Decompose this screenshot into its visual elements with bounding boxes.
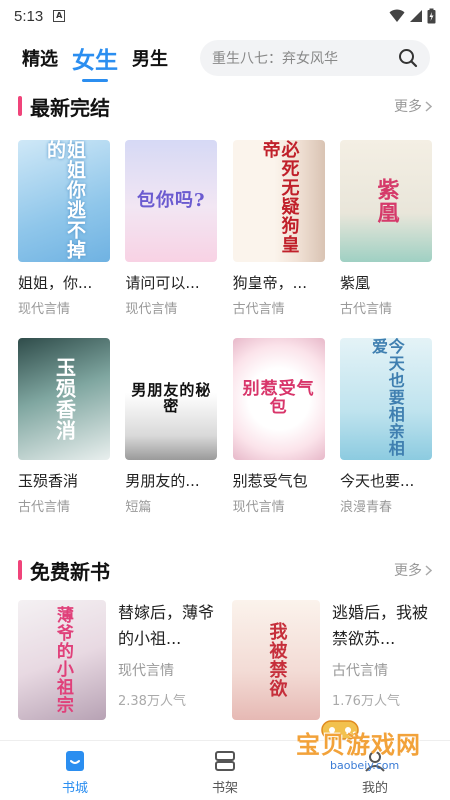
wifi-icon xyxy=(389,9,405,22)
cover-title: 玉殒香消 xyxy=(52,357,77,441)
watermark-text: 宝贝游戏网 xyxy=(296,731,421,759)
cover-title: 我被禁欲 xyxy=(266,622,288,698)
book-title: 别惹受气包 xyxy=(232,472,308,490)
book-card[interactable]: 今天也要相亲相爱 今天也要... 浪漫青春 xyxy=(339,338,432,515)
chevron-right-icon xyxy=(425,100,432,112)
bookstore-icon xyxy=(66,751,84,771)
free-book-card[interactable]: 薄爷的小祖宗 替嫁后，薄爷的小祖... 现代言情 2.38万人气 xyxy=(18,600,218,720)
book-category: 现代言情 xyxy=(232,500,285,515)
book-title: 姐姐，你... xyxy=(18,274,93,292)
book-category: 短篇 xyxy=(125,500,152,515)
battery-icon xyxy=(427,8,436,24)
more-link[interactable]: 更多 xyxy=(394,560,432,580)
section-header-free-new: 免费新书 更多 xyxy=(18,556,432,584)
book-cover: 必死无疑狗皇帝 xyxy=(232,140,325,262)
tab-label: 书架 xyxy=(211,781,238,796)
book-category: 古代言情 xyxy=(332,663,388,679)
book-card[interactable]: 包你吗? 请问可以... 现代言情 xyxy=(125,140,218,317)
book-category: 古代言情 xyxy=(232,302,285,317)
section-title: 免费新书 xyxy=(30,559,110,584)
book-grid-row-2: 玉殒香消 玉殒香消 古代言情 男朋友的秘密 男朋友的... 短篇 别惹受气包 别… xyxy=(18,338,432,515)
notification-a-icon: A xyxy=(53,10,66,22)
cover-title: 包你吗? xyxy=(137,189,206,211)
search-placeholder: 重生八七：弃女风华 xyxy=(212,51,338,67)
cover-title: 必死无疑狗皇帝 xyxy=(259,140,300,254)
book-card[interactable]: 玉殒香消 玉殒香消 古代言情 xyxy=(18,338,110,515)
bookshelf-icon xyxy=(215,751,235,771)
book-popularity: 2.38万人气 xyxy=(118,694,186,709)
search-input[interactable]: 重生八七：弃女风华 xyxy=(200,40,430,76)
tab-male[interactable]: 男生 xyxy=(132,45,168,71)
watermark: 宝贝游戏网 baobeiy.com xyxy=(290,720,450,785)
tab-bookshelf[interactable]: 书架 xyxy=(150,741,300,800)
book-title: 逃婚后，我被禁欲苏... xyxy=(332,603,429,648)
tab-female[interactable]: 女生 xyxy=(72,41,118,75)
status-icons xyxy=(389,8,436,24)
book-title: 今天也要... xyxy=(339,472,415,490)
more-link[interactable]: 更多 xyxy=(394,96,432,116)
book-category: 现代言情 xyxy=(118,663,174,679)
book-cover: 我被禁欲 xyxy=(232,600,320,720)
free-book-card[interactable]: 我被禁欲 逃婚后，我被禁欲苏... 古代言情 1.76万人气 xyxy=(232,600,432,720)
book-category: 浪漫青春 xyxy=(339,500,392,515)
book-card[interactable]: 紫凰 紫凰 古代言情 xyxy=(339,140,432,317)
cover-title: 别惹受气包 xyxy=(242,379,315,417)
free-book-info: 替嫁后，薄爷的小祖... 现代言情 2.38万人气 xyxy=(118,600,218,720)
cover-title: 今天也要相亲相爱 xyxy=(368,338,405,457)
book-cover: 包你吗? xyxy=(125,140,218,262)
section-accent-bar xyxy=(18,96,22,116)
cover-title: 男朋友的秘密 xyxy=(131,381,212,415)
more-label: 更多 xyxy=(394,563,422,579)
book-category: 现代言情 xyxy=(18,302,71,317)
section-header-latest-finished: 最新完结 更多 xyxy=(18,92,432,120)
section-title: 最新完结 xyxy=(30,95,110,120)
tab-bookstore[interactable]: 书城 xyxy=(0,741,150,800)
book-cover: 薄爷的小祖宗 xyxy=(18,600,106,720)
book-cover: 姐姐你逃不掉的 xyxy=(18,140,110,262)
book-title: 男朋友的... xyxy=(125,472,200,490)
top-navigation: 精选 女生 男生 重生八七：弃女风华 xyxy=(0,36,450,80)
status-time: 5:13 xyxy=(14,7,44,25)
chevron-right-icon xyxy=(425,564,432,576)
free-book-info: 逃婚后，我被禁欲苏... 古代言情 1.76万人气 xyxy=(332,600,432,720)
book-card[interactable]: 男朋友的秘密 男朋友的... 短篇 xyxy=(125,338,218,515)
watermark-url: baobeiy.com xyxy=(330,759,400,772)
book-card[interactable]: 必死无疑狗皇帝 狗皇帝，... 古代言情 xyxy=(232,140,325,317)
book-title: 狗皇帝，... xyxy=(232,274,307,292)
book-cover: 男朋友的秘密 xyxy=(125,338,218,460)
cell-signal-icon xyxy=(410,10,422,22)
book-card[interactable]: 姐姐你逃不掉的 姐姐，你... 现代言情 xyxy=(18,140,110,317)
cover-title: 紫凰 xyxy=(373,178,400,224)
book-cover: 紫凰 xyxy=(339,140,432,262)
search-icon[interactable] xyxy=(398,48,418,68)
book-cover: 别惹受气包 xyxy=(232,338,325,460)
book-title: 请问可以... xyxy=(125,274,200,292)
book-grid-row-1: 姐姐你逃不掉的 姐姐，你... 现代言情 包你吗? 请问可以... 现代言情 必… xyxy=(18,140,432,317)
tab-featured[interactable]: 精选 xyxy=(22,45,58,71)
free-books-list: 薄爷的小祖宗 替嫁后，薄爷的小祖... 现代言情 2.38万人气 我被禁欲 逃婚… xyxy=(18,600,432,720)
book-cover: 今天也要相亲相爱 xyxy=(339,338,432,460)
section-accent-bar xyxy=(18,560,22,580)
book-title: 玉殒香消 xyxy=(18,472,79,490)
cover-title: 姐姐你逃不掉的 xyxy=(44,140,86,260)
tab-label: 书城 xyxy=(61,781,88,796)
book-category: 现代言情 xyxy=(125,302,178,317)
book-card[interactable]: 别惹受气包 别惹受气包 现代言情 xyxy=(232,338,325,515)
book-category: 古代言情 xyxy=(18,500,71,515)
more-label: 更多 xyxy=(394,99,422,115)
book-popularity: 1.76万人气 xyxy=(332,694,400,709)
cover-title: 薄爷的小祖宗 xyxy=(52,606,73,714)
status-bar: 5:13 A xyxy=(0,0,450,32)
book-cover: 玉殒香消 xyxy=(18,338,110,460)
book-category: 古代言情 xyxy=(339,302,392,317)
book-title: 替嫁后，薄爷的小祖... xyxy=(118,603,215,648)
book-title: 紫凰 xyxy=(339,274,370,292)
